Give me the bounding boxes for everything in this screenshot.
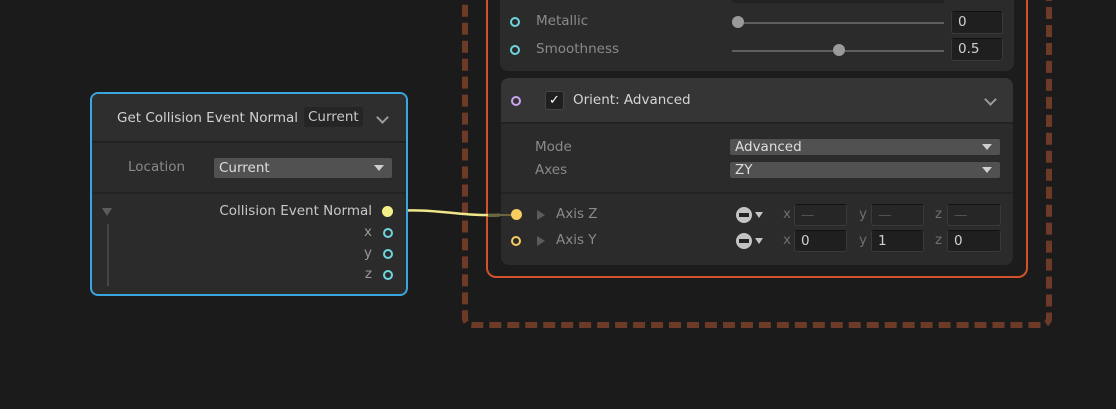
node-title-badge: Current [304, 107, 363, 127]
axis-y-port-icon[interactable] [511, 236, 521, 246]
output-port-icon[interactable] [382, 206, 393, 217]
x-label: x [783, 232, 791, 248]
z-port-icon[interactable] [383, 270, 393, 280]
dropdown-arrow-icon [374, 165, 384, 171]
y-label: y [859, 232, 867, 248]
axis-z-label: Axis Z [556, 206, 598, 222]
y-port-icon[interactable] [383, 249, 393, 259]
x-label: x [783, 206, 791, 222]
divider [92, 192, 406, 194]
axis-y-label: Axis Y [556, 232, 597, 248]
wire-path [391, 209, 501, 217]
z-label: z [935, 232, 943, 248]
location-label: Location [128, 159, 186, 175]
output-y-label: y [364, 245, 372, 261]
output-label: Collision Event Normal [219, 203, 372, 219]
output-z-label: z [364, 266, 372, 282]
y-label: y [859, 206, 867, 222]
compare-dropdown-icon[interactable] [736, 233, 763, 249]
axis-y-x-field[interactable]: 0 [794, 230, 847, 252]
x-port-icon[interactable] [383, 228, 393, 238]
axis-y-z-field[interactable]: 0 [947, 230, 1001, 252]
node-title: Get Collision Event Normal [117, 110, 298, 126]
axis-z-x-field[interactable]: — [794, 204, 847, 226]
location-value: Current [219, 160, 270, 176]
location-dropdown[interactable]: Current [213, 157, 393, 179]
expand-triangle-icon[interactable] [537, 236, 545, 246]
expand-triangle-icon[interactable] [537, 210, 545, 220]
axis-z-port-icon[interactable] [511, 209, 522, 220]
axis-z-y-field[interactable]: — [871, 204, 924, 226]
output-x-label: x [364, 224, 372, 240]
collapse-triangle-icon[interactable] [102, 208, 112, 216]
z-label: z [935, 206, 943, 222]
axis-y-y-field[interactable]: 1 [871, 230, 924, 252]
compare-dropdown-icon[interactable] [736, 207, 763, 223]
get-collision-event-normal-node[interactable]: Get Collision Event Normal Current Locat… [90, 92, 408, 296]
axis-z-z-field[interactable]: — [947, 204, 1001, 226]
tree-line [107, 224, 109, 286]
